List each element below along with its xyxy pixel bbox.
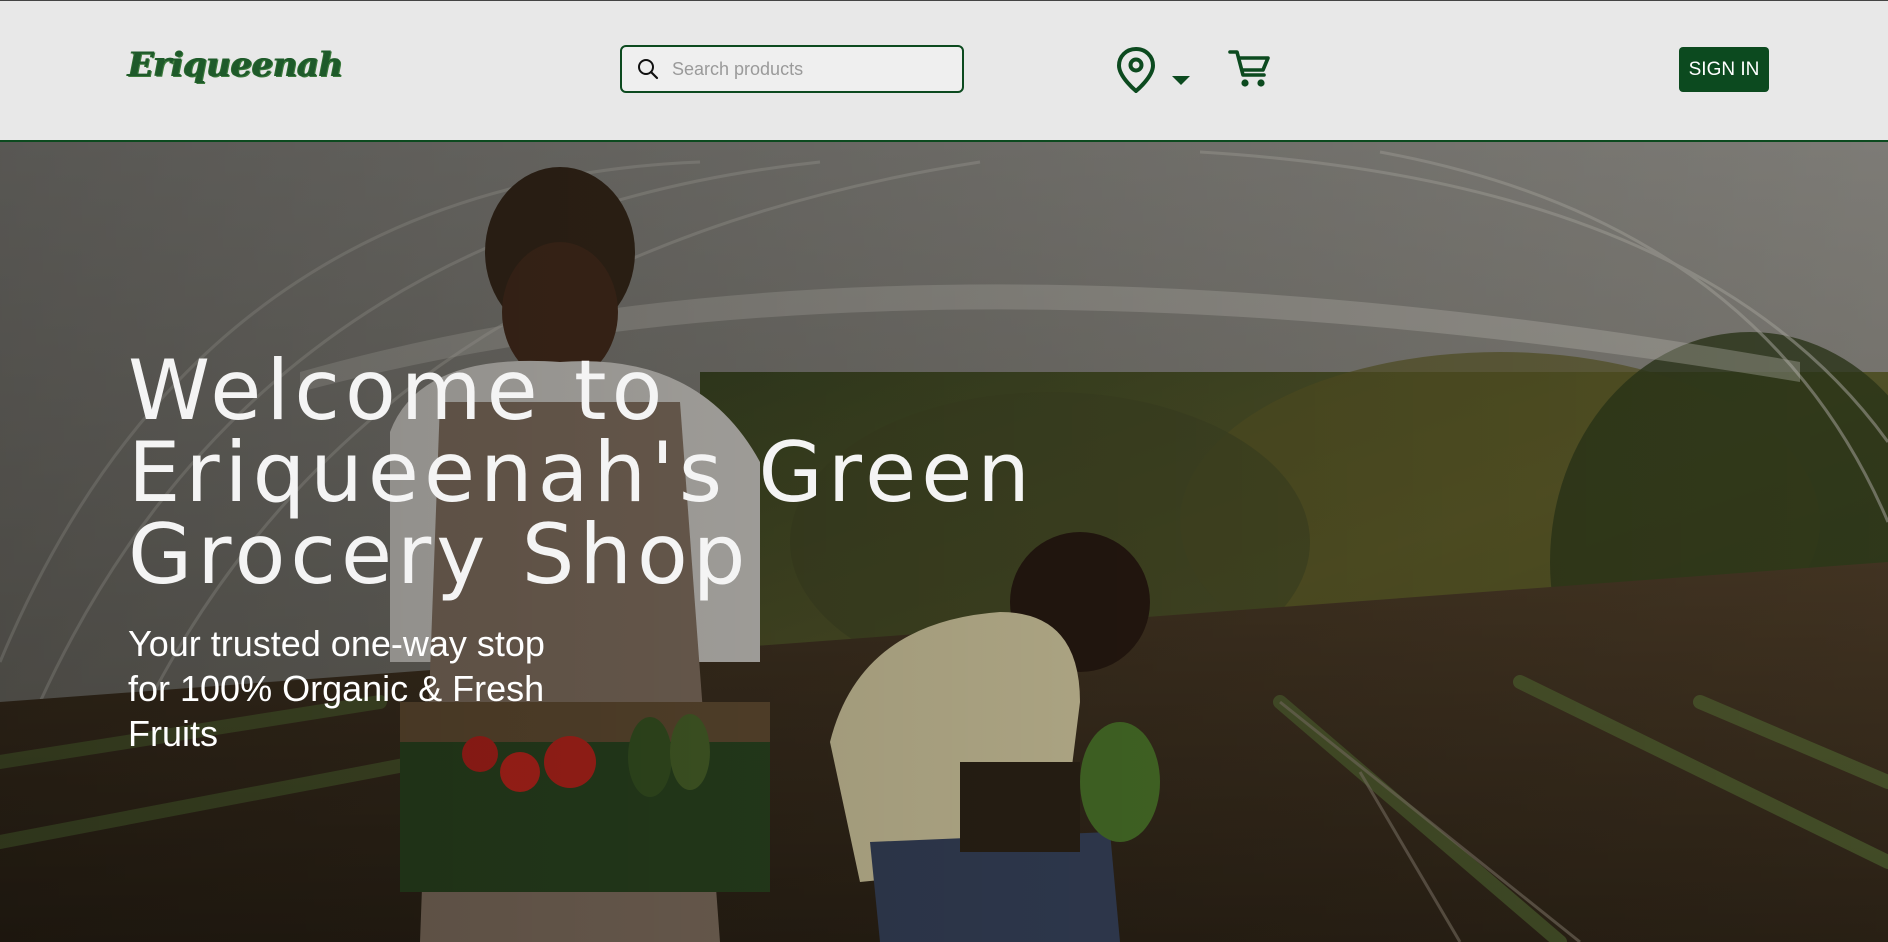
search-input[interactable] [672, 54, 942, 84]
sign-in-button[interactable]: SIGN IN [1679, 47, 1769, 92]
hero-subtitle: Your trusted one-way stop for 100% Organ… [128, 623, 545, 754]
cart-icon [1228, 50, 1270, 87]
brand-logo[interactable]: Eriqueenah [128, 45, 343, 85]
caret-down-icon[interactable] [1170, 47, 1192, 93]
hero-section: Welcome to Eriqueenah's Green Grocery Sh… [0, 142, 1888, 942]
hero-title: Welcome to Eriqueenah's Green Grocery Sh… [128, 342, 1035, 603]
search-bar[interactable] [620, 45, 964, 93]
cart-button[interactable] [1228, 47, 1272, 91]
location-pin-icon [1116, 47, 1156, 93]
location-selector[interactable] [1116, 47, 1192, 95]
site-header: Eriqueenah SIGN IN [0, 0, 1888, 142]
search-icon [638, 59, 659, 80]
